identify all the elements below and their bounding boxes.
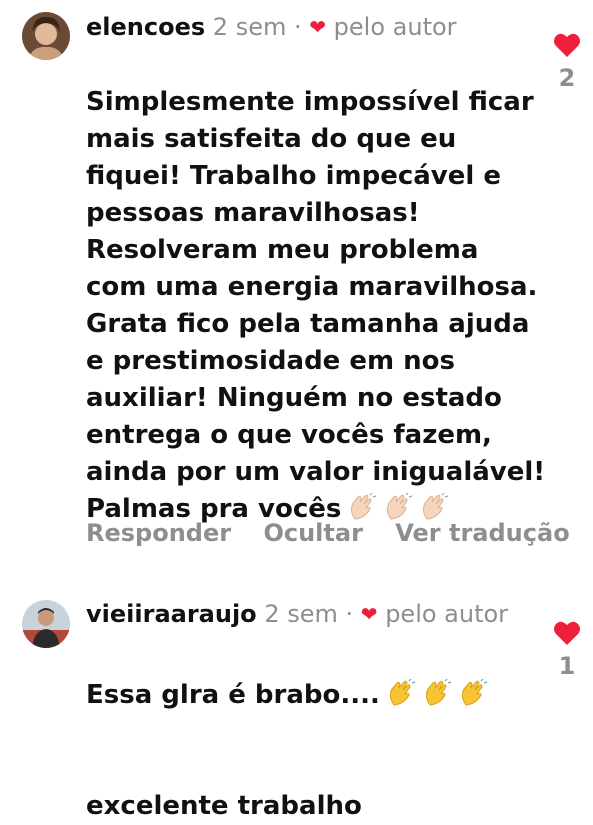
avatar[interactable] (22, 12, 70, 60)
like-column: 1 (549, 620, 585, 680)
avatar[interactable] (22, 600, 70, 648)
clapping-hands-icon (380, 679, 416, 710)
separator: · (345, 600, 354, 628)
comment-header: vieiiraaraujo 2 sem · ❤ pelo autor (86, 599, 508, 630)
comment-text-block: Essa glra é brabo.... excelente trabalho (86, 640, 546, 825)
username[interactable]: elencoes (86, 13, 205, 41)
like-heart-icon[interactable] (553, 32, 581, 58)
like-count: 2 (558, 64, 576, 92)
translate-button[interactable]: Ver tradução (395, 519, 569, 547)
timestamp: 2 sem (212, 13, 287, 41)
avatar-photo-icon (22, 600, 70, 648)
username[interactable]: vieiiraaraujo (86, 600, 257, 628)
avatar-photo-icon (22, 12, 70, 60)
like-column: 2 (549, 32, 585, 92)
comment-text-block: Simplesmente impossível ficar mais satis… (86, 47, 546, 528)
reply-button[interactable]: Responder (86, 519, 231, 547)
liked-by-author-label: pelo autor (333, 13, 457, 41)
comment-header: elencoes 2 sem · ❤ pelo autor (86, 12, 457, 43)
comment-text: Essa glra é brabo.... (86, 680, 380, 710)
hide-button[interactable]: Ocultar (263, 519, 362, 547)
like-heart-icon[interactable] (553, 620, 581, 646)
comment-text: Simplesmente impossível ficar mais satis… (86, 87, 546, 524)
comment-text-line-2: excelente trabalho (86, 791, 362, 821)
timestamp: 2 sem (264, 600, 338, 628)
liked-by-author-label: pelo autor (385, 600, 509, 628)
separator: · (293, 13, 302, 41)
clapping-hands-icon (452, 679, 488, 710)
like-count: 1 (558, 652, 576, 680)
author-heart-icon: ❤ (360, 602, 378, 626)
author-heart-icon: ❤ (309, 15, 327, 39)
clapping-hands-icon (416, 679, 452, 710)
comment-actions: Responder Ocultar Ver tradução (86, 519, 593, 547)
